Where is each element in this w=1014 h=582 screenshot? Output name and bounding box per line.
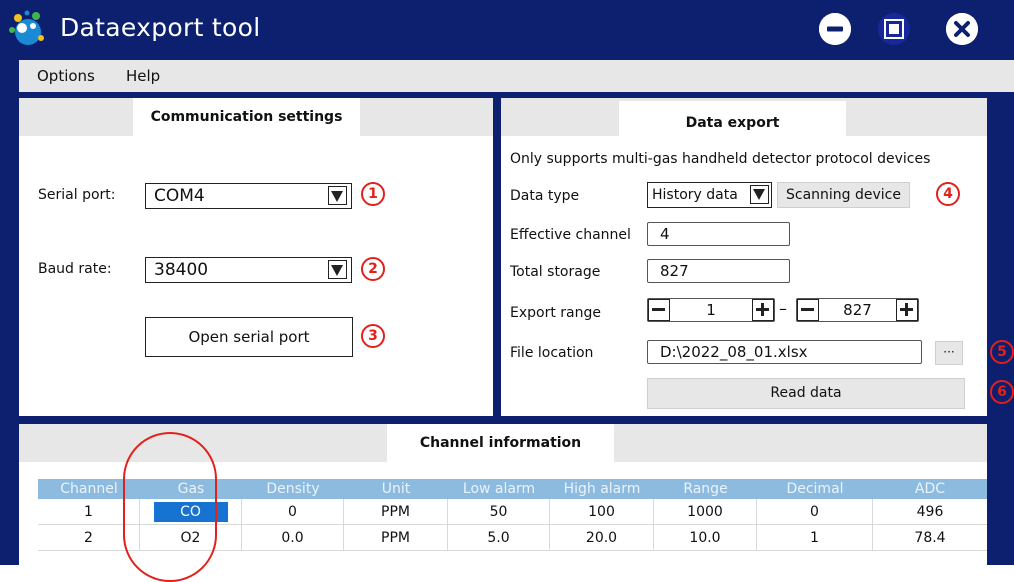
cell-decimal: 1 <box>757 525 873 550</box>
annotation-oval <box>123 432 217 582</box>
cell-unit: PPM <box>344 525 448 550</box>
effective-channel-label: Effective channel <box>510 227 631 243</box>
minimize-button[interactable] <box>819 13 851 45</box>
data-type-select[interactable]: History data <box>647 182 772 208</box>
column-header-low-alarm[interactable]: Low alarm <box>448 479 550 499</box>
baud-rate-label: Baud rate: <box>38 261 112 277</box>
serial-port-label: Serial port: <box>38 187 116 203</box>
annotation-badge-6: 6 <box>990 380 1014 404</box>
annotation-badge-4: 4 <box>936 182 960 206</box>
cell-density: 0 <box>242 499 344 524</box>
dropdown-arrow-icon[interactable] <box>750 185 769 204</box>
minimize-icon <box>819 13 851 45</box>
maximize-button[interactable] <box>878 13 910 45</box>
annotation-badge-5: 5 <box>990 340 1014 364</box>
data-export-panel: Data export Only supports multi-gas hand… <box>501 98 987 416</box>
maximize-icon <box>884 19 904 39</box>
menu-help[interactable]: Help <box>126 67 160 85</box>
scanning-device-button[interactable]: Scanning device <box>777 182 910 208</box>
cell-unit: PPM <box>344 499 448 524</box>
file-location-field[interactable]: D:\2022_08_01.xlsx <box>647 340 922 364</box>
baud-rate-select[interactable]: 38400 <box>145 257 352 283</box>
column-header-unit[interactable]: Unit <box>344 479 448 499</box>
browse-button[interactable]: ··· <box>935 341 963 365</box>
cell-high-alarm: 100 <box>550 499 654 524</box>
read-data-button[interactable]: Read data <box>647 378 965 409</box>
tab-communication-settings[interactable]: Communication settings <box>133 98 360 136</box>
file-location-label: File location <box>510 345 594 361</box>
close-button[interactable] <box>946 13 978 45</box>
cell-adc: 496 <box>916 504 944 520</box>
tab-data-export[interactable]: Data export <box>619 101 846 136</box>
annotation-badge-3: 3 <box>361 324 385 348</box>
dropdown-arrow-icon[interactable] <box>328 186 347 205</box>
cell-adc: 78.4 <box>914 530 946 546</box>
app-title: Dataexport tool <box>60 13 261 42</box>
column-header-density[interactable]: Density <box>242 479 344 499</box>
cell-range: 10.0 <box>654 525 757 550</box>
range-end-value: 827 <box>843 301 872 319</box>
baud-rate-value: 38400 <box>154 260 209 280</box>
tab-channel-information[interactable]: Channel information <box>387 424 614 462</box>
menu-options[interactable]: Options <box>37 67 95 85</box>
minus-icon[interactable] <box>648 299 670 321</box>
serial-port-value: COM4 <box>154 186 205 206</box>
data-type-label: Data type <box>510 188 580 204</box>
cell-high-alarm: 20.0 <box>550 525 654 550</box>
column-header-high-alarm[interactable]: High alarm <box>550 479 654 499</box>
column-header-decimal[interactable]: Decimal <box>757 479 873 499</box>
serial-port-select[interactable]: COM4 <box>145 183 352 209</box>
open-serial-port-button[interactable]: Open serial port <box>145 317 353 357</box>
dropdown-arrow-icon[interactable] <box>328 260 347 279</box>
protocol-note: Only supports multi-gas handheld detecto… <box>510 151 931 167</box>
plus-icon[interactable] <box>896 299 918 321</box>
cell-low-alarm: 5.0 <box>448 525 550 550</box>
column-header-range[interactable]: Range <box>654 479 757 499</box>
cell-range: 1000 <box>654 499 757 524</box>
annotation-badge-1: 1 <box>361 182 385 206</box>
annotation-badge-2: 2 <box>361 257 385 281</box>
cell-low-alarm: 50 <box>448 499 550 524</box>
column-header-adc[interactable]: ADC <box>873 479 987 499</box>
plus-icon[interactable] <box>752 299 774 321</box>
export-range-label: Export range <box>510 305 601 321</box>
range-start-value: 1 <box>706 301 716 319</box>
data-type-value: History data <box>652 187 738 203</box>
total-storage-field[interactable]: 827 <box>647 259 790 283</box>
cell-density: 0.0 <box>242 525 344 550</box>
cell-decimal: 0 <box>757 499 873 524</box>
communication-settings-panel: Communication settings Serial port: COM4… <box>19 98 493 416</box>
effective-channel-field[interactable]: 4 <box>647 222 790 246</box>
total-storage-label: Total storage <box>510 264 601 280</box>
close-icon <box>946 13 978 45</box>
minus-icon[interactable] <box>797 299 819 321</box>
title-bar: Dataexport tool <box>0 0 1014 58</box>
menu-bar: Options Help <box>19 60 1014 92</box>
bubbles-logo-icon <box>9 10 44 45</box>
range-dash: – <box>779 299 787 318</box>
